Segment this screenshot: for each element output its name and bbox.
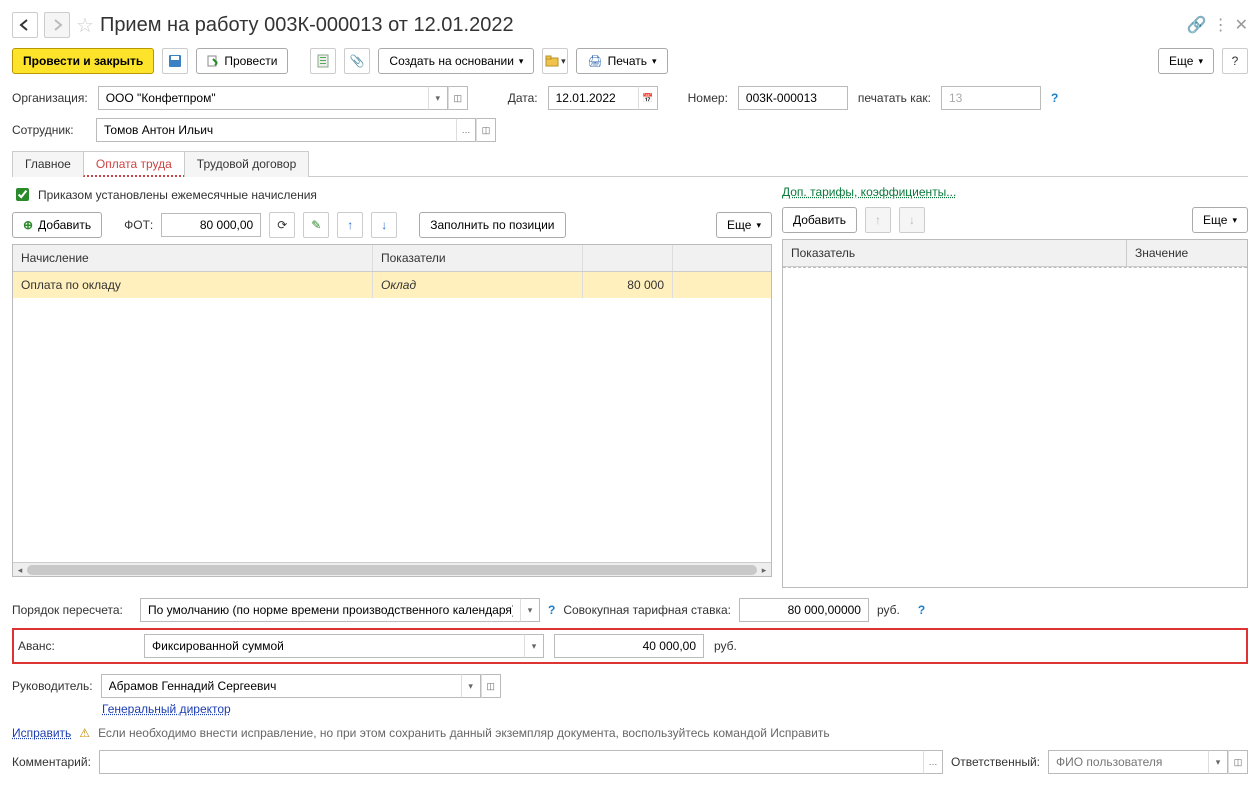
- fill-by-position-button[interactable]: Заполнить по позиции: [419, 212, 565, 238]
- dropdown-icon[interactable]: ▾: [520, 598, 540, 622]
- extra-up-button[interactable]: ↑: [865, 207, 891, 233]
- responsible-label: Ответственный:: [951, 755, 1040, 769]
- open-icon[interactable]: ◫: [476, 118, 496, 142]
- attach-button[interactable]: 📎: [344, 48, 370, 74]
- comment-input[interactable]: [105, 754, 918, 770]
- col-indicators: Показатели: [373, 245, 583, 271]
- advance-value-input[interactable]: [560, 638, 698, 654]
- help-button[interactable]: ?: [1222, 48, 1248, 74]
- fot-input[interactable]: [167, 217, 255, 233]
- comment-label: Комментарий:: [12, 755, 91, 769]
- org-input[interactable]: [104, 90, 423, 106]
- dropdown-icon[interactable]: ▾: [428, 86, 448, 110]
- link-icon[interactable]: 🔗: [1187, 15, 1207, 35]
- org-label: Организация:: [12, 91, 88, 105]
- extra-table: Показатель Значение: [782, 239, 1248, 588]
- advance-unit: руб.: [714, 639, 737, 653]
- fields-row-2: Сотрудник: … ◫: [12, 118, 1248, 142]
- monthly-accruals-checkbox[interactable]: [16, 188, 29, 201]
- report-button[interactable]: [310, 48, 336, 74]
- table-row[interactable]: Оплата по окладу Оклад 80 000: [13, 272, 771, 298]
- warning-icon: ⚠: [79, 726, 90, 740]
- emp-label: Сотрудник:: [12, 123, 86, 137]
- refresh-button[interactable]: ⟳: [269, 212, 295, 238]
- emp-input[interactable]: [102, 122, 451, 138]
- dropdown-icon[interactable]: ▾: [1208, 750, 1228, 774]
- advance-section: Аванс: ▾ руб.: [12, 628, 1248, 664]
- title-bar: ☆ Прием на работу 003К-000013 от 12.01.2…: [12, 12, 1248, 38]
- add-accrual-button[interactable]: ⊕ Добавить: [12, 212, 102, 238]
- number-label: Номер:: [688, 91, 728, 105]
- move-up-button[interactable]: ↑: [337, 212, 363, 238]
- ellipsis-icon[interactable]: …: [923, 750, 943, 774]
- dropdown-icon[interactable]: ▾: [524, 634, 544, 658]
- fields-row-1: Организация: ▾ ◫ Дата: 📅 Номер: печатать…: [12, 86, 1248, 110]
- folder-button[interactable]: ▾: [542, 48, 568, 74]
- extra-down-button[interactable]: ↓: [899, 207, 925, 233]
- nav-back-button[interactable]: [12, 12, 38, 38]
- number-input[interactable]: [744, 90, 842, 106]
- col-indicator: Показатель: [783, 240, 1127, 266]
- h-scrollbar[interactable]: ◂ ▸: [13, 562, 771, 576]
- advance-mode-input[interactable]: [150, 638, 519, 654]
- save-button[interactable]: [162, 48, 188, 74]
- date-input[interactable]: [554, 90, 633, 106]
- nav-forward-button[interactable]: [44, 12, 70, 38]
- close-icon[interactable]: ✕: [1235, 15, 1248, 35]
- page-title: Прием на работу 003К-000013 от 12.01.202…: [100, 14, 514, 37]
- help-hint-icon[interactable]: ?: [548, 603, 555, 617]
- extra-more-button[interactable]: Еще ▾: [1192, 207, 1248, 233]
- rate-input[interactable]: [745, 602, 863, 618]
- fix-link[interactable]: Исправить: [12, 726, 71, 740]
- open-icon[interactable]: ◫: [1228, 750, 1248, 774]
- extra-tariffs-link[interactable]: Доп. тарифы, коэффициенты...: [782, 185, 956, 199]
- edit-button[interactable]: ✎: [303, 212, 329, 238]
- accruals-more-button[interactable]: Еще ▾: [716, 212, 772, 238]
- responsible-input[interactable]: [1054, 754, 1203, 770]
- boss-label: Руководитель:: [12, 679, 93, 693]
- fot-label: ФОТ:: [124, 218, 153, 232]
- dropdown-icon[interactable]: ▾: [461, 674, 481, 698]
- tab-pay[interactable]: Оплата труда: [83, 151, 185, 177]
- create-based-button[interactable]: Создать на основании ▾: [378, 48, 534, 74]
- boss-position-link[interactable]: Генеральный директор: [102, 702, 231, 716]
- tabs: Главное Оплата труда Трудовой договор: [12, 150, 1248, 177]
- recalc-input[interactable]: [146, 602, 515, 618]
- help-hint-icon[interactable]: ?: [1051, 91, 1058, 105]
- post-and-close-button[interactable]: Провести и закрыть: [12, 48, 154, 74]
- rate-unit: руб.: [877, 603, 900, 617]
- accruals-table: Начисление Показатели Оплата по окладу О…: [12, 244, 772, 577]
- fix-hint: Если необходимо внести исправление, но п…: [98, 726, 830, 740]
- advance-label: Аванс:: [18, 639, 134, 653]
- more-button[interactable]: Еще ▾: [1158, 48, 1214, 74]
- print-button[interactable]: 🖨 Печать ▾: [576, 48, 667, 74]
- col-accrual: Начисление: [13, 245, 373, 271]
- recalc-label: Порядок пересчета:: [12, 603, 132, 617]
- print-as-input[interactable]: [947, 90, 1035, 106]
- col-value: Значение: [1127, 240, 1247, 266]
- boss-input[interactable]: [107, 678, 456, 694]
- monthly-accruals-label: Приказом установлены ежемесячные начисле…: [38, 188, 317, 202]
- print-as-label: печатать как:: [858, 91, 931, 105]
- tab-contract[interactable]: Трудовой договор: [184, 151, 309, 177]
- main-toolbar: Провести и закрыть Провести 📎 Создать на…: [12, 48, 1248, 74]
- extra-add-button[interactable]: Добавить: [782, 207, 857, 233]
- rate-label: Совокупная тарифная ставка:: [563, 603, 731, 617]
- tab-main[interactable]: Главное: [12, 151, 84, 177]
- move-down-button[interactable]: ↓: [371, 212, 397, 238]
- calendar-icon[interactable]: 📅: [638, 86, 658, 110]
- post-button[interactable]: Провести: [196, 48, 288, 74]
- date-label: Дата:: [508, 91, 538, 105]
- star-icon[interactable]: ☆: [76, 13, 94, 38]
- help-hint-icon[interactable]: ?: [918, 603, 925, 617]
- kebab-icon[interactable]: ⋮: [1213, 15, 1229, 35]
- ellipsis-icon[interactable]: …: [456, 118, 476, 142]
- open-icon[interactable]: ◫: [448, 86, 468, 110]
- open-icon[interactable]: ◫: [481, 674, 501, 698]
